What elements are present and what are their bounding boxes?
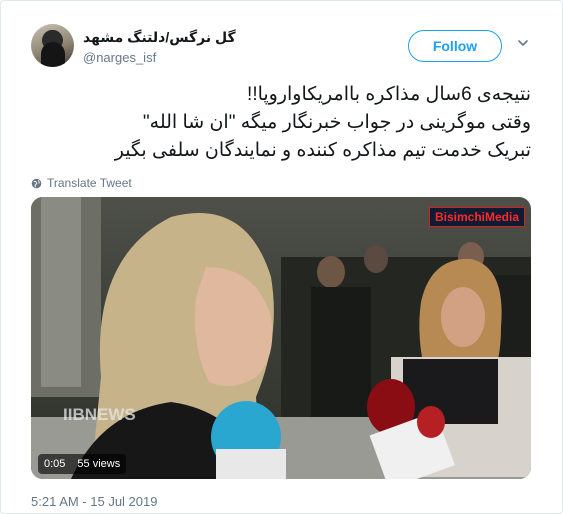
- follow-button[interactable]: Follow: [408, 30, 502, 62]
- display-name[interactable]: گل نرگس/دلتنگ مشهد: [83, 29, 236, 46]
- video-player[interactable]: BisimchiMedia IIBNEWS 0:05 55 views: [31, 197, 531, 479]
- user-handle[interactable]: @narges_isf: [83, 50, 156, 65]
- tweet-line: وقتی موگرینی در جواب خبرنگار میگه "ان شا…: [142, 112, 531, 133]
- video-frame: [31, 197, 531, 479]
- translate-label: Translate Tweet: [47, 176, 132, 190]
- chevron-down-icon[interactable]: [517, 37, 529, 49]
- globe-icon: [31, 178, 42, 188]
- video-info-badge: 0:05 55 views: [38, 454, 127, 474]
- tweet-card: گل نرگس/دلتنگ مشهد @narges_isf Follow نت…: [0, 0, 563, 514]
- tweet-timestamp[interactable]: 5:21 AM - 15 Jul 2019: [31, 494, 157, 509]
- news-watermark: IIBNEWS: [63, 405, 136, 424]
- watermark-brand: BisimchiMedia: [434, 210, 519, 224]
- tweet-line: تبریک خدمت تیم مذاکره کننده و نمایندگان …: [114, 140, 531, 161]
- video-duration: 0:05: [44, 458, 66, 470]
- video-views: 55 views: [77, 458, 121, 470]
- tweet-line: نتیجه‌ی 6سال مذاکره باامریکاواروپا!!: [247, 84, 531, 105]
- watermark-logo: BisimchiMedia: [428, 207, 525, 227]
- translate-tweet-link[interactable]: Translate Tweet: [31, 176, 132, 190]
- avatar[interactable]: [31, 24, 74, 67]
- tweet-text: نتیجه‌ی 6سال مذاکره باامریکاواروپا!! وقت…: [31, 81, 531, 165]
